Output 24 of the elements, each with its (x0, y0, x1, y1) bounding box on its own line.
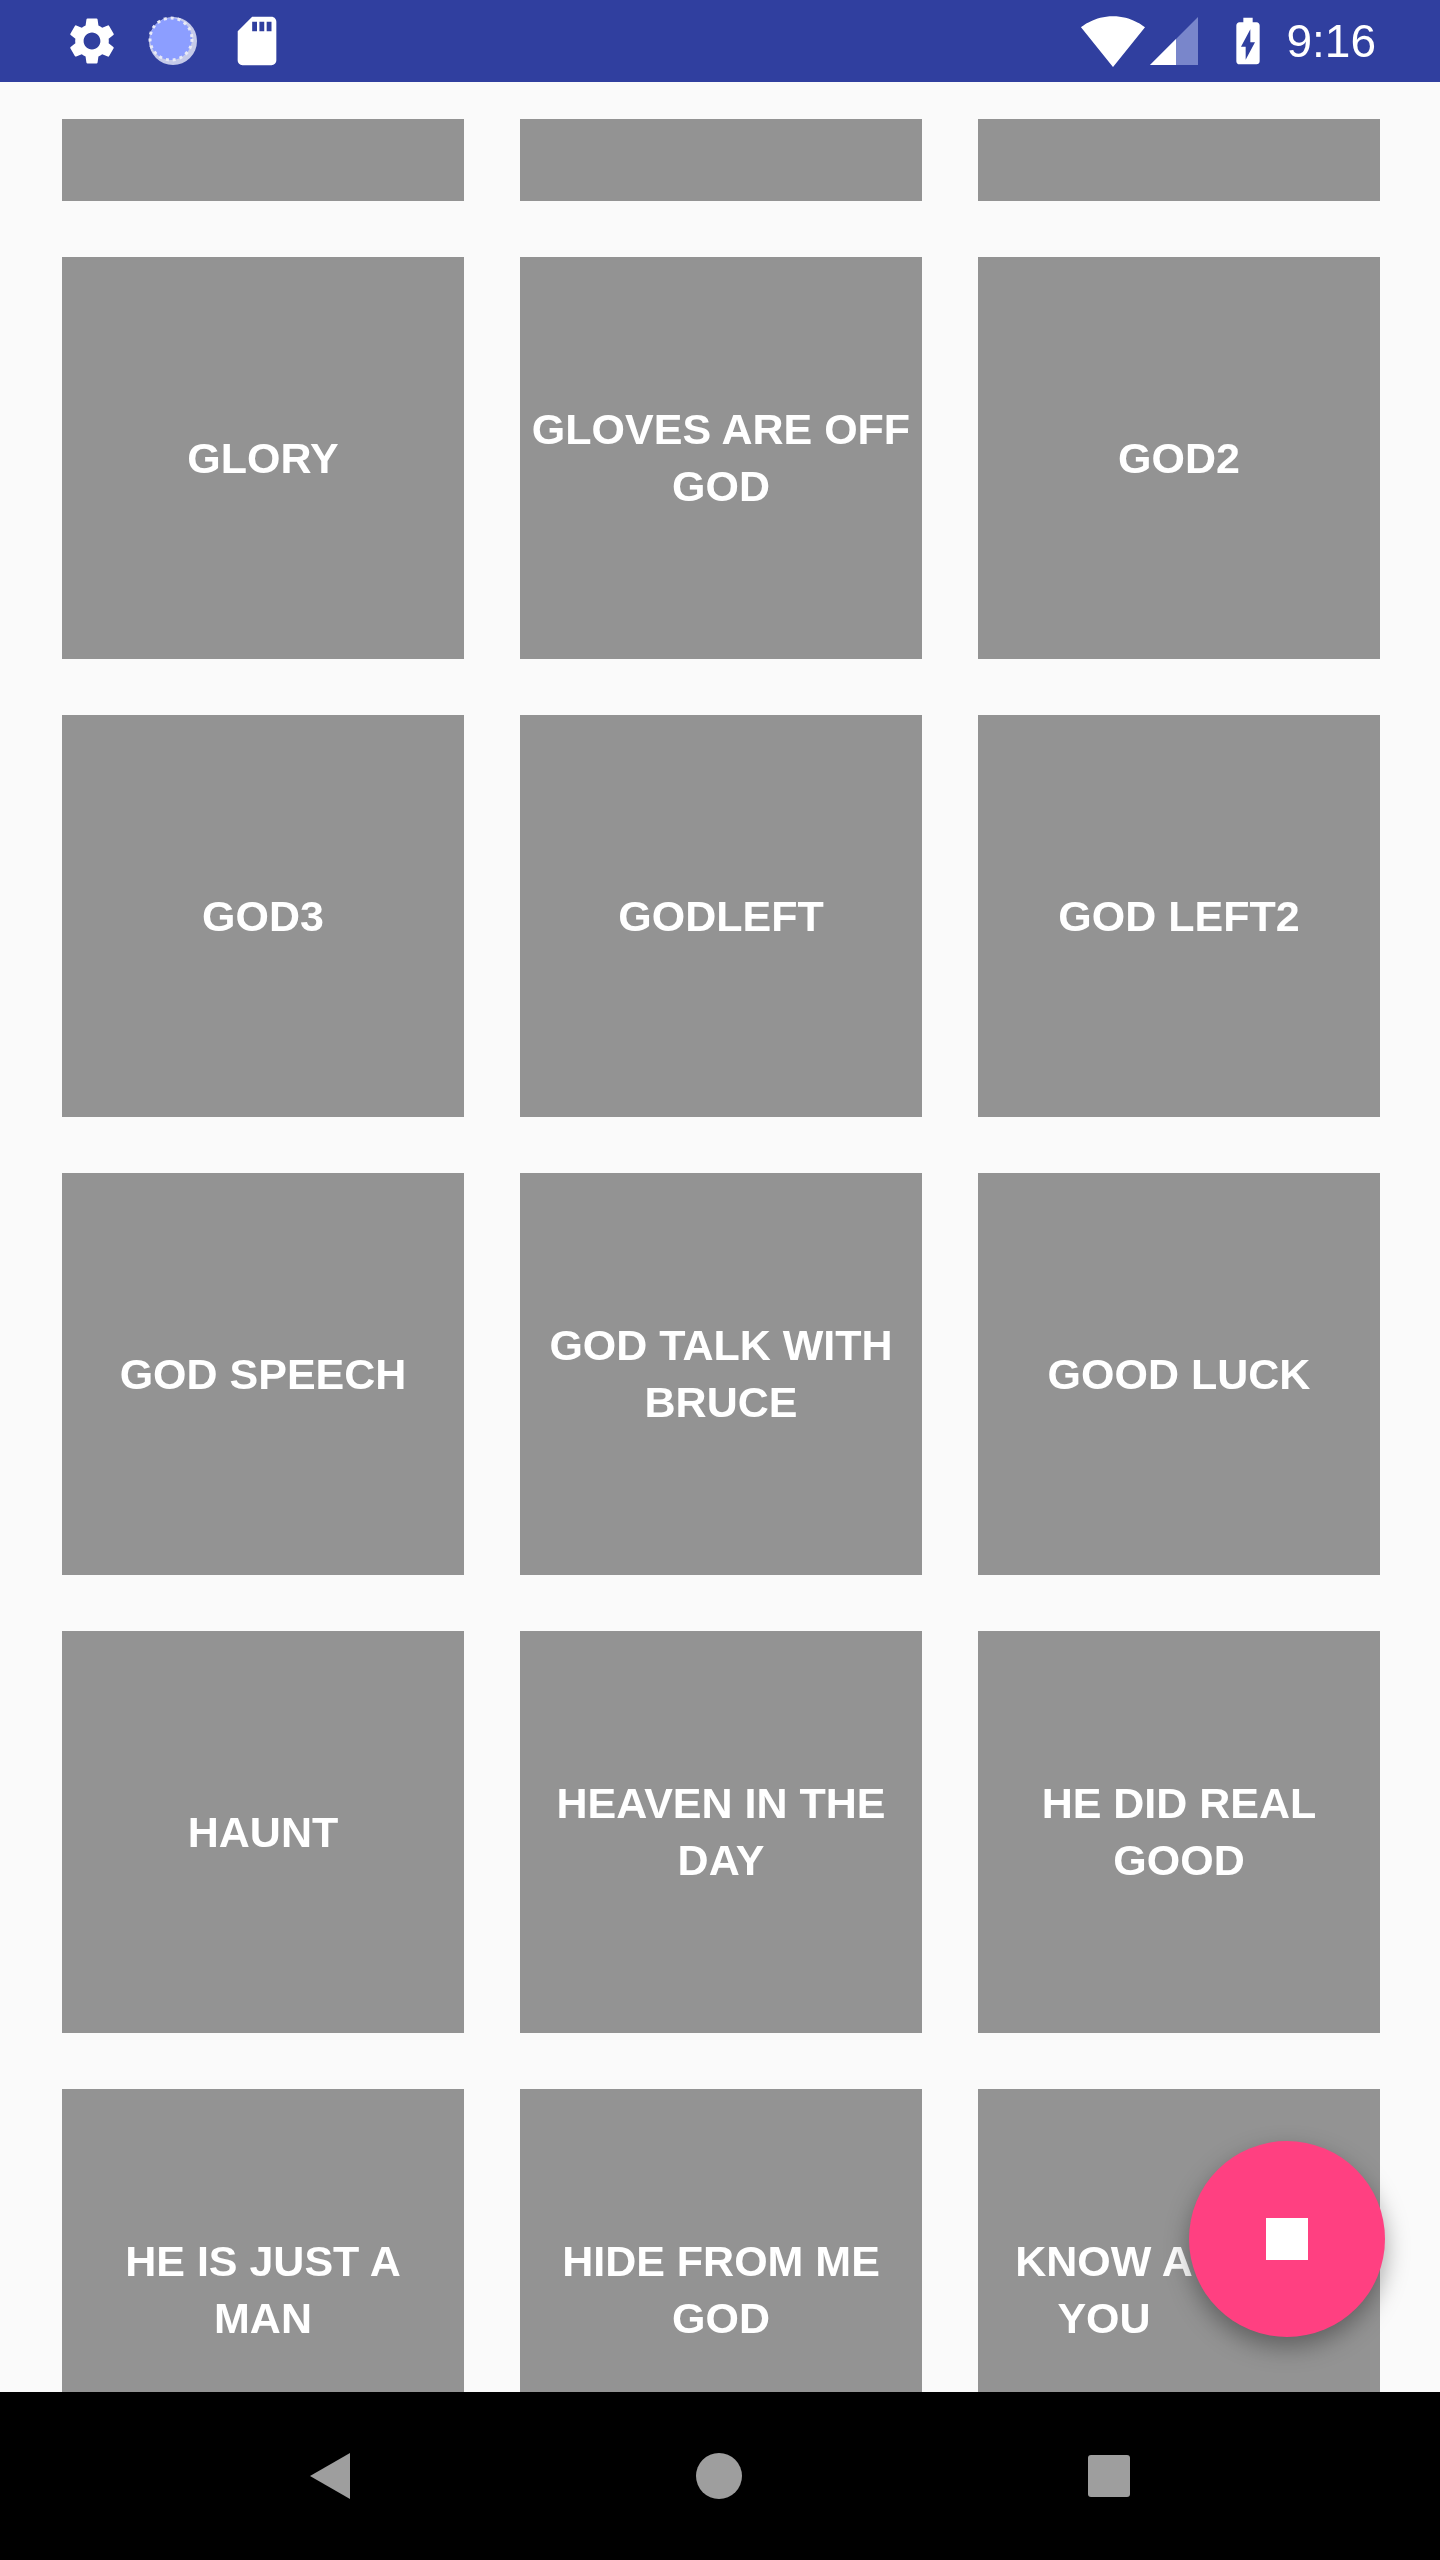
sound-tile[interactable]: GODLEFT (520, 715, 922, 1117)
stop-icon (1266, 2218, 1308, 2260)
sound-tile[interactable] (62, 119, 464, 201)
sound-tile[interactable]: HAUNT (62, 1631, 464, 2033)
sound-tile[interactable]: GOD SPEECH (62, 1173, 464, 1575)
sound-tile[interactable]: HIDE FROM ME GOD (520, 2089, 922, 2392)
recents-icon[interactable] (1088, 2455, 1130, 2497)
signal-icon (1150, 17, 1199, 65)
sound-tile[interactable]: GLOVES ARE OFF GOD (520, 257, 922, 659)
sound-tile[interactable]: GOD3 (62, 715, 464, 1117)
sync-icon (146, 14, 200, 68)
sound-tile[interactable] (520, 119, 922, 201)
sound-tile[interactable]: HE DID REAL GOOD (978, 1631, 1380, 2033)
sound-tile[interactable]: GOOD LUCK (978, 1173, 1380, 1575)
home-icon[interactable] (696, 2453, 742, 2499)
sound-tile[interactable] (978, 119, 1380, 201)
sound-tile[interactable]: GOD LEFT2 (978, 715, 1380, 1117)
sound-tile[interactable]: HE IS JUST A MAN (62, 2089, 464, 2392)
sound-tile[interactable]: GOD TALK WITH BRUCE (520, 1173, 922, 1575)
sound-tile[interactable]: GLORY (62, 257, 464, 659)
back-icon[interactable] (310, 2453, 350, 2499)
clock-time: 9:16 (1286, 13, 1376, 69)
sound-tile[interactable]: HEAVEN IN THE DAY (520, 1631, 922, 2033)
sound-tile[interactable]: GOD2 (978, 257, 1380, 659)
